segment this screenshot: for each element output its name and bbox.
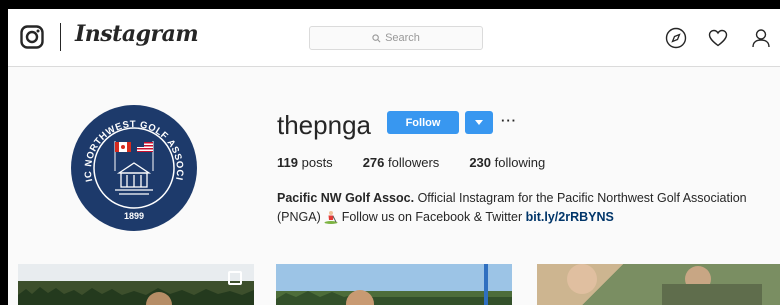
chevron-down-icon [475,120,483,125]
more-options-button[interactable]: ··· [501,113,517,128]
post-thumbnail[interactable] [276,264,512,305]
bio-link[interactable]: bit.ly/2rRBYNS [526,210,614,224]
instagram-window: Instagram Search PACIFIC NORTHWEST GO [8,9,780,305]
avatar[interactable]: PACIFIC NORTHWEST GOLF ASSOCIATION 1899 [71,105,197,231]
posts-label: posts [301,155,333,170]
user-icon[interactable] [750,27,772,49]
explore-compass-icon[interactable] [665,27,687,49]
profile-username: thepnga [277,110,371,140]
bio-follow-text: Follow us on Facebook & Twitter [341,210,523,224]
post-thumbnail[interactable] [537,264,780,305]
multiple-photos-icon [228,271,242,285]
following-label: following [494,155,546,170]
profile-stats: 119 posts 276 followers 230 following [277,155,575,170]
trees-image [18,287,254,305]
posts-stat: 119 posts [277,155,333,170]
nav-divider [60,23,61,51]
avatar-year-text: 1899 [124,211,144,221]
profile-bio: Pacific NW Golf Assoc. Official Instagra… [277,189,767,227]
top-nav: Instagram Search [8,9,780,67]
photo-detail [662,284,762,305]
photo-subject [567,264,597,294]
suggested-dropdown-button[interactable] [465,111,493,134]
bio-name: Pacific NW Golf Assoc. [277,191,415,205]
golfer-emoji-icon [324,211,338,224]
posts-count: 119 [277,155,298,170]
search-icon [372,33,381,42]
followers-count: 276 [362,155,385,170]
heart-icon[interactable] [707,27,729,49]
instagram-wordmark[interactable]: Instagram [75,21,199,47]
instagram-icon[interactable] [20,25,44,49]
search-input[interactable]: Search [309,26,483,50]
post-thumbnail[interactable] [18,264,254,305]
followers-label: followers [388,155,440,170]
followers-stat[interactable]: 276 followers [363,155,440,170]
flagstick-image [484,264,488,305]
trees-image [276,291,512,305]
following-stat[interactable]: 230 following [469,155,545,170]
following-count: 230 [469,155,492,170]
search-placeholder: Search [385,32,420,44]
follow-button[interactable]: Follow [387,111,459,134]
